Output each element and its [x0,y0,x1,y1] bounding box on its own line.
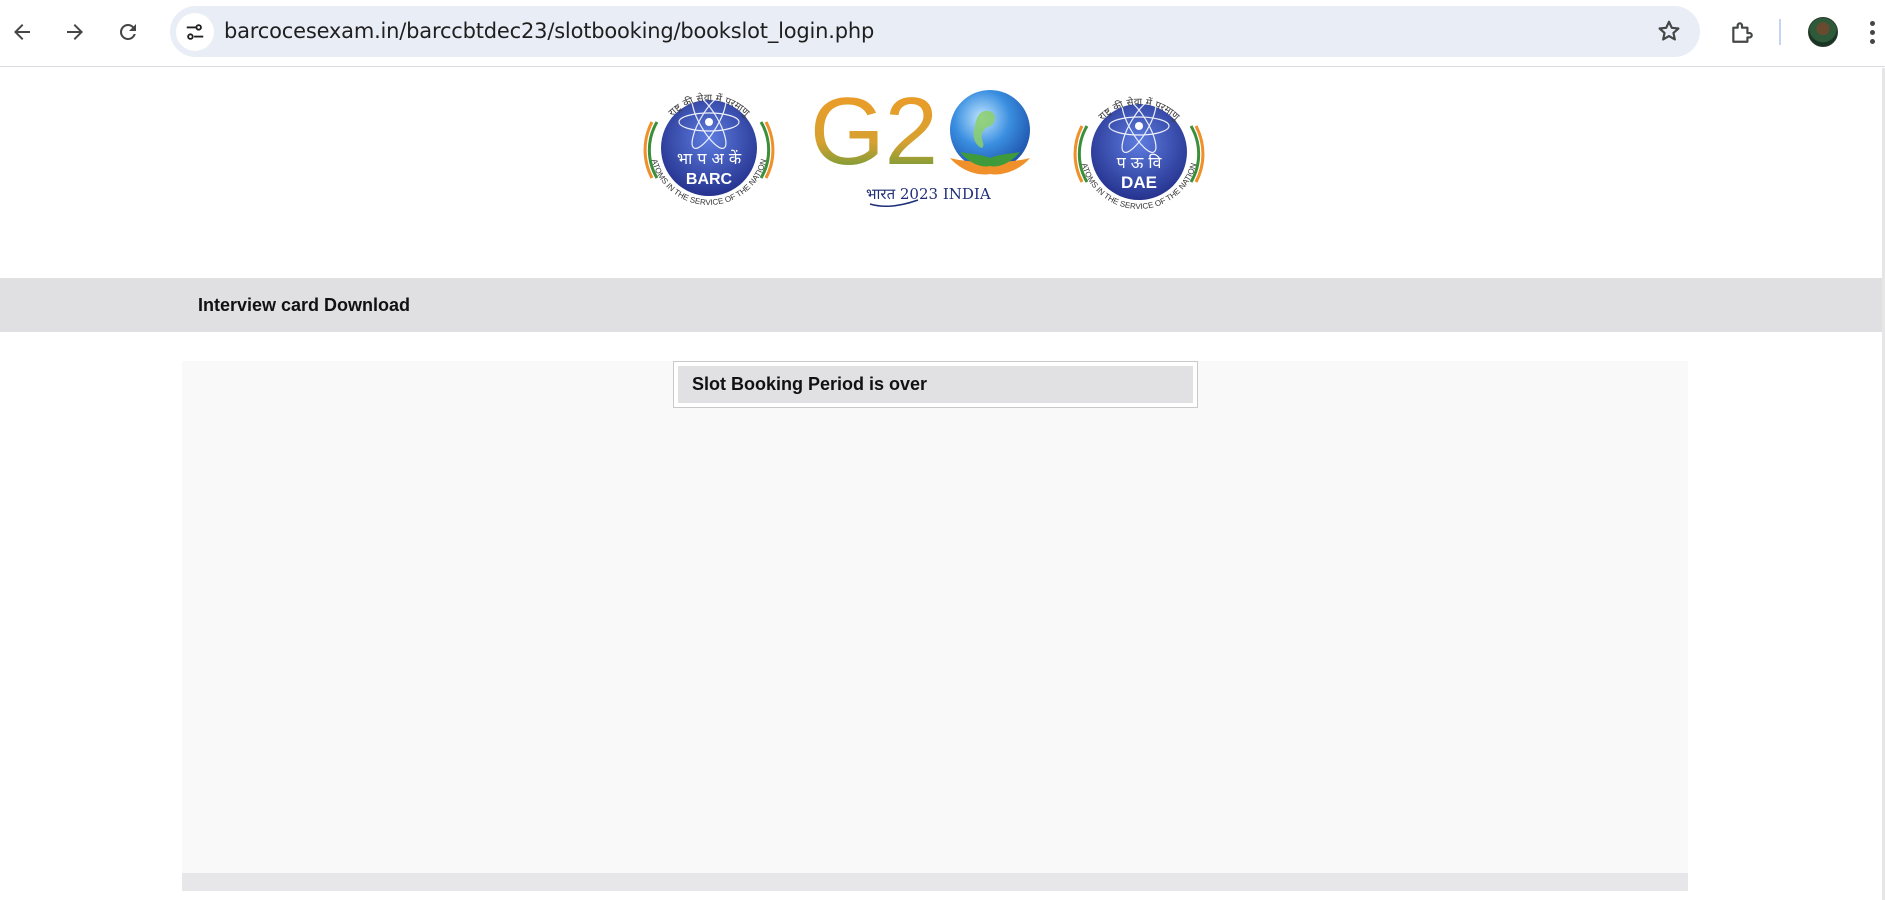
arrow-back-icon [14,24,30,40]
browser-toolbar: barcocesexam.in/barccbtdec23/slotbooking… [0,0,1885,67]
tune-icon [186,24,204,40]
url-text[interactable]: barcocesexam.in/barccbtdec23/slotbooking… [224,6,874,57]
barc-label: BARC [686,171,733,188]
notice-box: Slot Booking Period is over [673,361,1198,408]
g20-text: G2 [810,90,938,185]
interview-card-download-link[interactable]: Interview card Download [198,278,410,332]
reload-button[interactable] [108,12,148,52]
back-button[interactable] [2,12,42,52]
forward-button[interactable] [55,12,95,52]
main-content-panel: Slot Booking Period is over [182,361,1688,891]
dae-logo: राष्ट्र की सेवा में परमाणु प ऊ वि DAE AT… [1073,96,1205,211]
extensions-button[interactable] [1722,12,1762,52]
slot-booking-notice: Slot Booking Period is over [678,366,1193,403]
site-info-button[interactable] [176,13,214,51]
reload-icon [120,24,136,40]
toolbar-divider [1779,19,1781,45]
puzzle-icon [1732,22,1753,43]
barc-hindi-label: भा प अ कें [677,149,742,168]
arrow-forward-icon [67,24,83,40]
dae-label: DAE [1121,173,1157,192]
nav-bar: Interview card Download [0,278,1882,332]
g20-subtitle: भारत 2023 INDIA [866,185,991,203]
star-icon [1658,20,1680,41]
kebab-menu-icon[interactable] [1862,14,1882,50]
content-footer [182,873,1688,891]
address-bar[interactable]: barcocesexam.in/barccbtdec23/slotbooking… [170,6,1700,57]
profile-avatar[interactable] [1808,17,1838,47]
barc-logo: राष्ट्र की सेवा में परमाणु भा प अ कें BA… [643,92,775,207]
logo-header: राष्ट्र की सेवा में परमाणु भा प अ कें BA… [0,82,1885,232]
bookmark-button[interactable] [1650,12,1688,50]
dae-hindi-label: प ऊ वि [1117,153,1163,172]
g20-logo: G2 भारत 2023 INDIA [810,90,1030,207]
page-body: राष्ट्र की सेवा में परमाणु भा प अ कें BA… [0,68,1885,900]
